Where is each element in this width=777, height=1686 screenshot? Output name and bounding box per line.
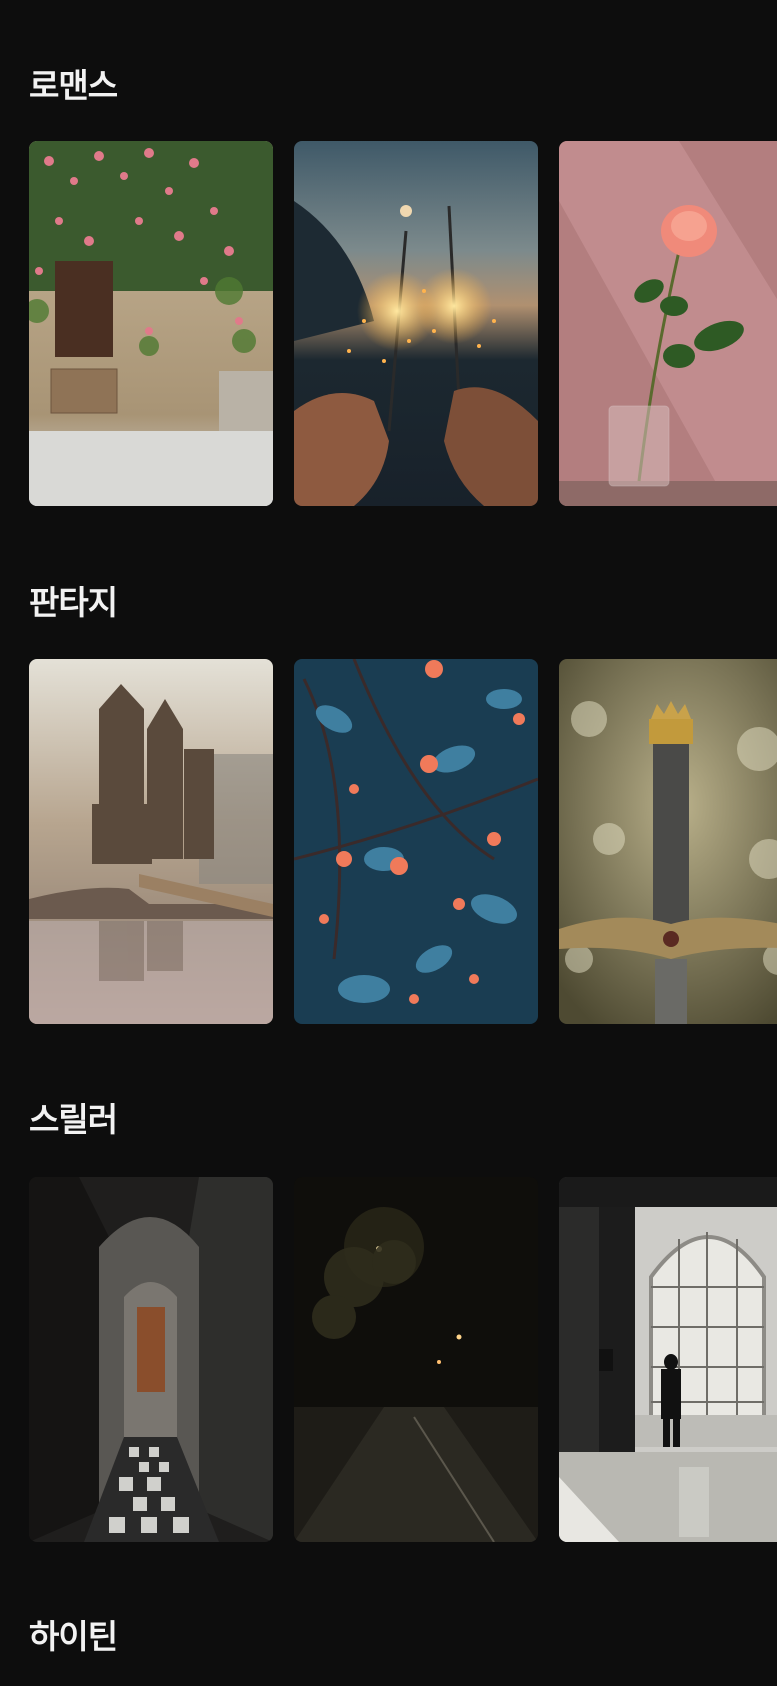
card-row	[29, 659, 777, 1024]
rose-in-vase-photo	[559, 141, 777, 506]
card-sparklers[interactable]	[294, 141, 538, 506]
sword-with-crown-photo	[559, 659, 777, 1024]
card-rose-in-vase[interactable]	[559, 141, 777, 506]
section-title: 스릴러	[29, 1100, 118, 1139]
dark-corridor-photo	[29, 1177, 273, 1542]
card-row	[29, 141, 777, 506]
night-street-photo	[294, 1177, 538, 1542]
rose-arch-building-photo	[29, 141, 273, 506]
card-castle[interactable]	[29, 659, 273, 1024]
blue-leaves-red-berries-photo	[294, 659, 538, 1024]
card-rose-arch-building[interactable]	[29, 141, 273, 506]
section-title: 하이틴	[29, 1617, 118, 1656]
section-title: 판타지	[29, 583, 118, 622]
section-title: 로맨스	[29, 66, 118, 105]
man-at-window-photo	[559, 1177, 777, 1542]
castle-photo	[29, 659, 273, 1024]
card-dark-corridor[interactable]	[29, 1177, 273, 1542]
card-night-street[interactable]	[294, 1177, 538, 1542]
card-blue-leaves[interactable]	[294, 659, 538, 1024]
card-man-at-window[interactable]	[559, 1177, 777, 1542]
card-sword-with-crown[interactable]	[559, 659, 777, 1024]
sparklers-photo	[294, 141, 538, 506]
card-row	[29, 1177, 777, 1542]
